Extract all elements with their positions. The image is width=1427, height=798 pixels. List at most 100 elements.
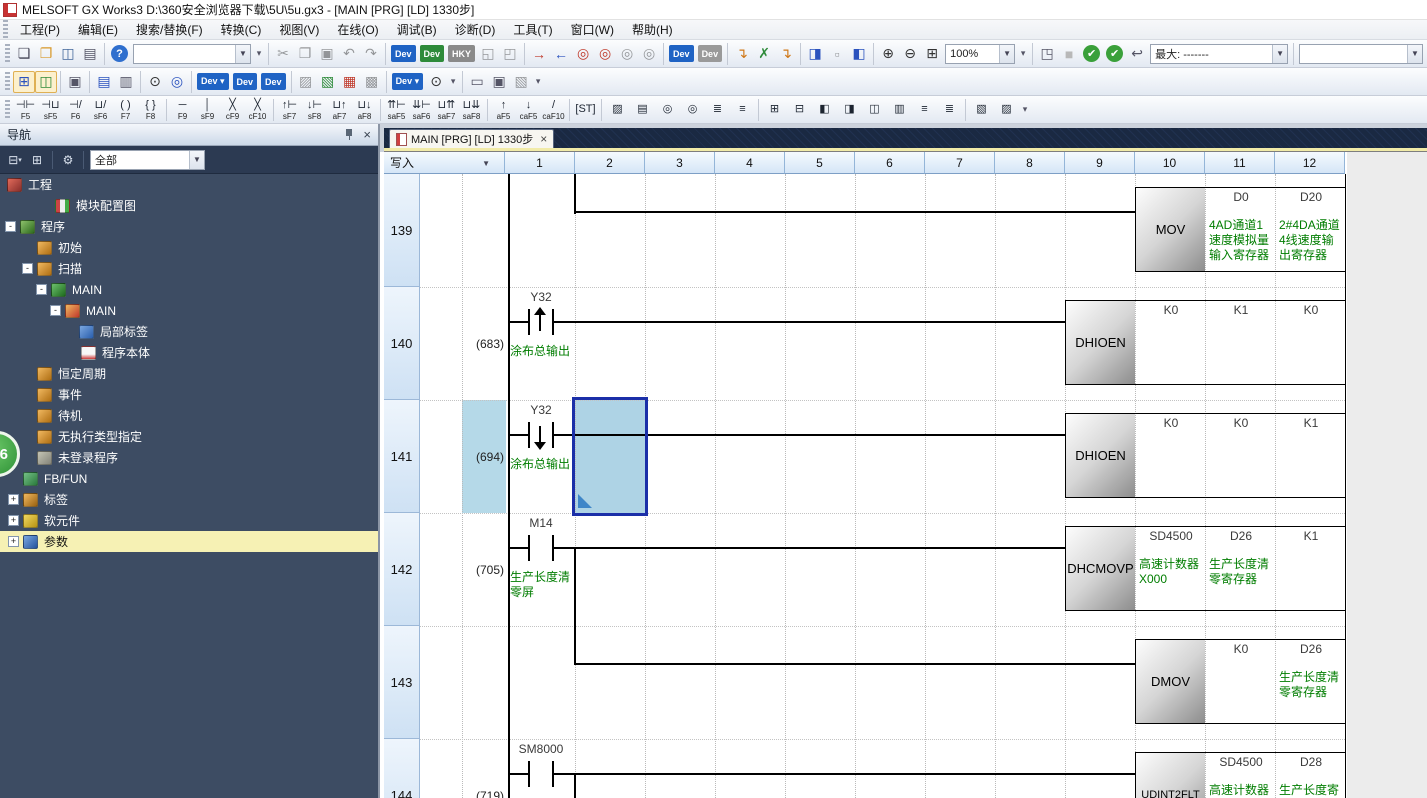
device-display-off-button[interactable]: Dev [698,45,723,62]
note-find-2-tool[interactable]: ◎ [680,97,705,123]
edit-mode-tool[interactable]: ▨ [605,97,630,123]
program-check-button[interactable]: ✗ [753,43,775,65]
return-arrow-button[interactable]: ↩ [1126,43,1148,65]
delete-row-tool[interactable]: ≡ [730,97,755,123]
parallel-rising-close-tool[interactable]: ⊔⇈saF7 [434,97,459,123]
tree-item-无执行类型指定[interactable]: 无执行类型指定 [0,426,378,447]
tree-item-MAIN[interactable]: -MAIN [0,279,378,300]
parallel-rising-pulse-tool[interactable]: ⊔↑aF7 [327,97,352,123]
menu-item-6[interactable]: 在线(O) [328,20,387,39]
parallel-falling-pulse-tool[interactable]: ⊔↓aF8 [352,97,377,123]
find-button[interactable]: ⊙ [144,71,166,93]
align-tool[interactable]: ▧ [969,97,994,123]
inline-st-tool[interactable]: [ST] [573,97,598,123]
intelligent-module-button[interactable]: ▣ [488,71,510,93]
parallel-open-contact-tool[interactable]: ⊣⊔sF5 [38,97,63,123]
toolbar-overflow-button[interactable]: ▾ [1017,48,1029,59]
window-tile-button[interactable]: ◳ [1036,43,1058,65]
invert-result-tool[interactable]: /caF10 [541,97,566,123]
monitor-step-button[interactable]: ◧ [848,43,870,65]
element-selection-toggle[interactable]: ◫ [35,71,57,93]
menu-item-9[interactable]: 工具(T) [504,20,561,39]
menu-item-3[interactable]: 搜索/替换(F) [127,20,212,39]
rising-result-tool[interactable]: ↑aF5 [491,97,516,123]
zoom-level-select[interactable]: 100%▼ [945,44,1015,64]
cross-reference-button[interactable]: ▨ [295,71,317,93]
connect-line-tool[interactable]: ⊞ [762,97,787,123]
tree-item-恒定周期[interactable]: 恒定周期 [0,363,378,384]
ladder-editor-button[interactable]: ▤ [93,71,115,93]
instruction-block-DMOV[interactable]: DMOVK0D26生产长度清零寄存器 [1135,639,1346,724]
tree-item-扫描[interactable]: -扫描 [0,258,378,279]
open-contact-tool[interactable]: ⊣⊢F5 [13,97,38,123]
rung-number-141[interactable]: 141 [384,400,420,513]
ladder-mode-cell[interactable]: 写入▼ [384,152,505,174]
cut-button[interactable]: ✂ [272,43,294,65]
instruction-tool[interactable]: { }F8 [138,97,163,123]
bookmark-jump-button[interactable]: ↴ [731,43,753,65]
inactive-square-button[interactable]: ■ [1058,43,1080,65]
write-watch-button[interactable]: ◰ [499,43,521,65]
device-search-button[interactable]: ◎ [572,43,594,65]
rung-number-142[interactable]: 142 [384,513,420,626]
read-from-plc-button[interactable]: ← [550,43,572,65]
paste-button[interactable]: ▣ [316,43,338,65]
toolbar-overflow-button[interactable]: ▾ [447,76,459,87]
edit-block-2-tool[interactable]: ◨ [837,97,862,123]
statement-tool[interactable]: ▤ [630,97,655,123]
zoom-in-button[interactable]: ⊕ [877,43,899,65]
device-search-dropdown[interactable]: ⊙ [425,71,447,93]
rising-pulse-close-tool[interactable]: ⇈⊢saF5 [384,97,409,123]
device-search-4-button[interactable]: ◎ [638,43,660,65]
device-list-button[interactable]: Dev [233,73,258,90]
falling-pulse-tool[interactable]: ↓⊢sF8 [302,97,327,123]
tree-expander-icon[interactable]: + [8,536,19,547]
chevron-down-icon[interactable]: ▼ [999,45,1014,63]
chevron-down-icon[interactable]: ▼ [235,45,250,63]
device-batch-button[interactable]: Dev [261,73,286,90]
menu-item-7[interactable]: 调试(B) [388,20,446,39]
falling-result-tool[interactable]: ↓caF5 [516,97,541,123]
module-configuration-button[interactable]: ▣ [64,71,86,93]
find-replace-button[interactable]: ◎ [166,71,188,93]
pin-icon[interactable] [343,128,355,141]
chevron-down-icon[interactable]: ▼ [189,151,204,169]
vline-tool[interactable]: │sF9 [195,97,220,123]
label-editor-button[interactable]: ▧ [317,71,339,93]
device-display-tool[interactable]: ▥ [887,97,912,123]
zoom-out-button[interactable]: ⊖ [899,43,921,65]
tree-expander-icon[interactable]: - [5,221,16,232]
instruction-block-DHCMOVP[interactable]: DHCMOVPSD4500高速计数器X000D26生产长度清零寄存器K1 [1065,526,1346,611]
monitor-stop-button[interactable]: ▫ [826,43,848,65]
tree-expander-icon[interactable]: + [8,494,19,505]
save-button[interactable]: ◫ [57,43,79,65]
chevron-down-icon[interactable]: ▼ [1407,45,1422,63]
hline-tool[interactable]: ─F9 [170,97,195,123]
write-to-plc-button[interactable]: → [528,43,550,65]
menu-item-1[interactable]: 工程(P) [11,20,69,39]
tree-expander-icon[interactable]: + [8,515,19,526]
tree-item-待机[interactable]: 待机 [0,405,378,426]
undo-button[interactable]: ↶ [338,43,360,65]
instruction-block-MOV[interactable]: MOVD04AD通道1速度模拟量输入寄存器D202#4DA通道4线速度输出寄存器 [1135,187,1346,272]
tree-item-程序本体[interactable]: 程序本体 [0,342,378,363]
device-comment-edit-tool[interactable]: ◫ [862,97,887,123]
note-find-tool[interactable]: ◎ [655,97,680,123]
menu-item-2[interactable]: 编辑(E) [69,20,127,39]
tree-filter-select[interactable]: 全部 ▼ [90,150,205,170]
device-search-3-button[interactable]: ◎ [616,43,638,65]
delete-vline-tool[interactable]: ╳cF10 [245,97,270,123]
chevron-down-icon[interactable]: ▼ [1272,45,1287,63]
watch-window-button[interactable]: ▩ [361,71,383,93]
tree-item-参数[interactable]: +参数 [0,531,378,552]
tree-item-事件[interactable]: 事件 [0,384,378,405]
open-file-button[interactable]: ❐ [35,43,57,65]
tree-item-模块配置图[interactable]: 模块配置图 [0,195,378,216]
delete-hline-tool[interactable]: ╳cF9 [220,97,245,123]
tree-item-MAIN[interactable]: -MAIN [0,300,378,321]
rung-number-140[interactable]: 140 [384,287,420,400]
new-file-button[interactable]: ❏ [13,43,35,65]
print-button[interactable]: ▤ [79,43,101,65]
chevron-down-icon[interactable]: ▼ [482,159,490,168]
row-paste-tool[interactable]: ≣ [937,97,962,123]
